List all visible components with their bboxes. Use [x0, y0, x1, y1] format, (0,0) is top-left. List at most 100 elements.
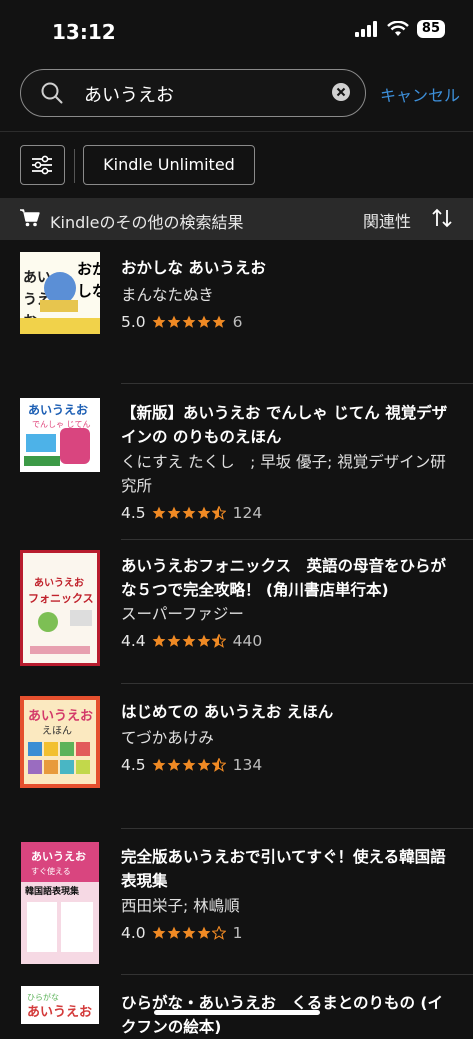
status-time: 13:12 — [52, 20, 116, 44]
rating-count: 6 — [232, 313, 243, 331]
status-icons: 85 — [354, 20, 445, 38]
rating-value: 4.0 — [121, 924, 146, 942]
kindle-unlimited-filter-button[interactable]: Kindle Unlimited — [83, 145, 255, 185]
svg-text:すぐ使える: すぐ使える — [31, 866, 71, 876]
book-rating: 4.0 1 — [121, 924, 243, 942]
item-divider — [121, 828, 473, 829]
rating-count: 134 — [232, 756, 263, 774]
rating-count: 1 — [232, 924, 243, 942]
star-icon — [167, 926, 181, 939]
star-icon — [152, 926, 166, 939]
book-cover[interactable]: あいうえお すぐ使える 韓国語表現集 — [20, 842, 100, 964]
item-divider — [121, 383, 473, 384]
star-icon — [152, 506, 166, 519]
svg-text:フォニックス: フォニックス — [28, 592, 94, 605]
star-icon — [167, 758, 181, 771]
star-icon — [152, 315, 166, 328]
book-author: てづかあけみ — [121, 729, 214, 747]
star-rating — [152, 506, 226, 520]
book-cover[interactable]: あいうえお えほん — [20, 696, 100, 788]
book-author: スーパーファジー — [121, 605, 244, 623]
item-divider — [121, 539, 473, 540]
signal-icon — [354, 21, 377, 37]
book-rating: 4.5 124 — [121, 504, 262, 522]
star-icon — [197, 758, 211, 771]
book-rating: 4.5 134 — [121, 756, 262, 774]
star-icon — [182, 634, 196, 647]
svg-text:あいうえお: あいうえお — [31, 850, 86, 863]
book-author: 西田栄子; 林嶋順 — [121, 897, 240, 915]
book-title[interactable]: 【新版】あいうえお でんしゃ じてん 視覚デザインの のりものえほん — [121, 401, 451, 449]
book-rating: 5.0 6 — [121, 313, 243, 331]
divider — [0, 131, 473, 132]
star-rating — [152, 315, 226, 329]
sliders-icon — [32, 155, 52, 175]
item-divider — [121, 683, 473, 684]
book-author: まんなたぬき — [121, 286, 214, 304]
svg-text:あいうえお: あいうえお — [27, 1005, 92, 1020]
svg-text:韓国語表現集: 韓国語表現集 — [25, 885, 80, 897]
svg-text:あいうえお: あいうえお — [28, 403, 88, 417]
results-header: Kindleのその他の検索結果 関連性 — [0, 198, 473, 240]
search-icon — [41, 82, 63, 104]
star-icon — [167, 315, 181, 328]
svg-text:おか: おか — [77, 260, 100, 278]
star-icon — [211, 506, 226, 520]
star-icon — [197, 506, 211, 519]
search-input[interactable]: あいうえお — [20, 69, 366, 117]
star-icon — [211, 758, 226, 772]
star-icon — [152, 634, 166, 647]
book-author: くにすえ たくし ; 早坂 優子; 視覚デザイン研究所 — [121, 453, 446, 495]
book-title[interactable]: はじめての あいうえお えほん — [121, 700, 451, 724]
book-cover[interactable]: あいうえお フォニックス — [20, 550, 100, 666]
svg-text:しな: しな — [77, 282, 100, 300]
battery-indicator: 85 — [416, 20, 445, 38]
svg-text:あいうえお: あいうえお — [28, 709, 93, 724]
star-icon — [152, 758, 166, 771]
svg-text:えほん: えほん — [42, 725, 72, 737]
book-rating: 4.4 440 — [121, 632, 262, 650]
book-title[interactable]: あいうえおフォニックス 英語の母音をひらがな５つで完全攻略！ (角川書店単行本) — [121, 554, 451, 602]
home-indicator[interactable] — [154, 1010, 320, 1015]
star-icon — [197, 634, 211, 647]
book-cover[interactable]: あいうえお でんしゃ じてん — [20, 398, 100, 472]
filter-separator — [74, 149, 75, 183]
sort-label[interactable]: 関連性 — [363, 208, 411, 232]
star-icon — [211, 926, 226, 940]
star-icon — [197, 315, 211, 328]
sort-icon[interactable] — [431, 208, 453, 228]
star-icon — [167, 634, 181, 647]
star-rating — [152, 758, 226, 772]
rating-value: 4.4 — [121, 632, 146, 650]
wifi-icon — [387, 21, 409, 36]
star-rating — [152, 926, 226, 940]
rating-value: 5.0 — [121, 313, 146, 331]
book-title[interactable]: ひらがな・あいうえお くるまとのりもの (イクフンの絵本) — [121, 991, 451, 1039]
item-divider — [121, 974, 473, 975]
svg-text:あいうえお: あいうえお — [34, 576, 84, 589]
star-icon — [167, 506, 181, 519]
cancel-button[interactable]: キャンセル — [380, 82, 460, 106]
star-icon — [197, 926, 211, 939]
book-title[interactable]: 完全版あいうえおで引いてすぐ！使える韓国語表現集 — [121, 845, 451, 893]
star-icon — [211, 634, 226, 648]
rating-count: 440 — [232, 632, 263, 650]
rating-value: 4.5 — [121, 756, 146, 774]
star-icon — [212, 315, 226, 328]
status-bar: 13:12 85 — [0, 0, 473, 62]
star-rating — [152, 634, 226, 648]
star-icon — [182, 506, 196, 519]
clear-icon[interactable] — [332, 83, 350, 101]
cart-icon — [20, 209, 40, 227]
results-header-label: Kindleのその他の検索結果 — [50, 213, 244, 232]
svg-text:ひらがな: ひらがな — [27, 992, 59, 1002]
book-cover[interactable]: おか しな あい うえ お — [20, 252, 100, 334]
star-icon — [182, 315, 196, 328]
filter-button[interactable] — [20, 145, 65, 185]
book-title[interactable]: おかしな あいうえお — [121, 256, 451, 280]
star-icon — [182, 758, 196, 771]
svg-text:でんしゃ じてん: でんしゃ じてん — [32, 420, 91, 429]
search-query-text[interactable]: あいうえお — [84, 81, 174, 107]
rating-value: 4.5 — [121, 504, 146, 522]
book-cover[interactable]: ひらがな あいうえお — [20, 986, 100, 1024]
